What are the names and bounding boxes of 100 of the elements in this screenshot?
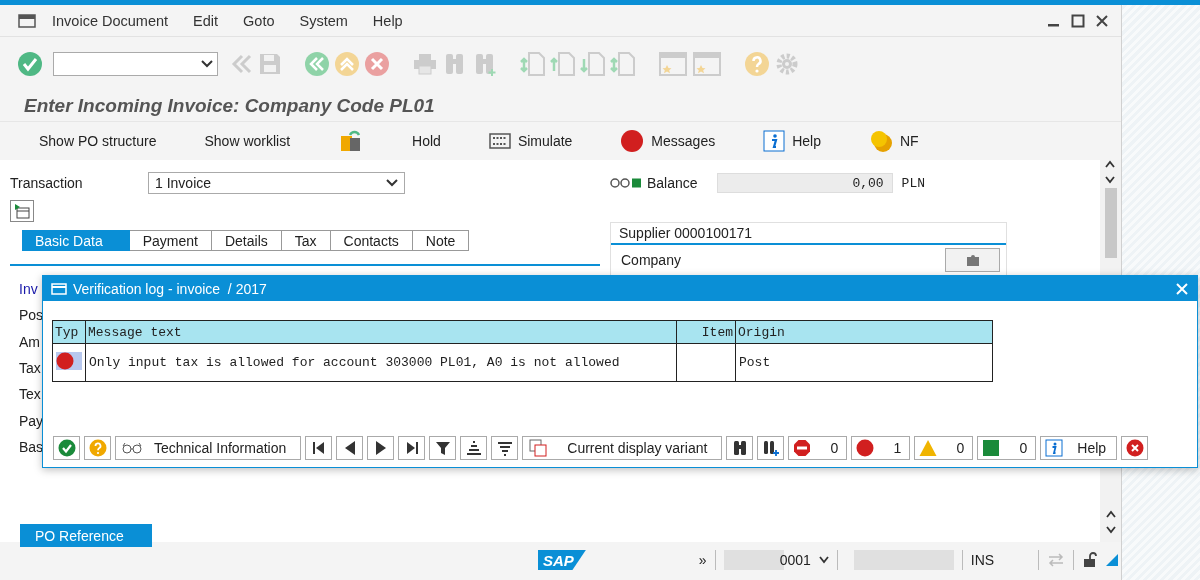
scrollbar-thumb[interactable] [1104,188,1117,258]
sort-descending-icon [496,440,513,456]
tab[interactable]: Payment [129,230,212,251]
field-label: Tax [19,360,41,377]
chevron-down-icon[interactable] [1105,526,1116,534]
search-button[interactable] [726,436,754,460]
input-mode: INS [970,552,995,568]
layout-icon [529,439,548,457]
column-header: Item [676,320,736,344]
maximize-icon[interactable] [1071,13,1085,28]
chevron-up-icon[interactable] [1104,160,1115,168]
layout-icon [14,203,30,219]
sort-ascending-button[interactable] [460,436,488,460]
toolbar-button[interactable]: NF [857,126,930,156]
table-cell: Post [739,355,771,370]
layout-button[interactable] [10,200,34,222]
previous-page-button[interactable] [336,436,364,460]
screen-title: Enter Incoming Invoice: Company Code PL01 [24,95,435,117]
find-next-button[interactable] [757,436,785,460]
close-icon[interactable] [1095,13,1109,28]
success-icon [982,439,1001,457]
glasses-icon [122,442,142,454]
panel-title: Supplier 0000100171 [619,225,753,241]
column-header: Message text [85,320,677,344]
unlock-icon[interactable] [1082,552,1099,568]
count-button[interactable]: 0 [914,436,974,460]
field-label: Inv [19,281,38,298]
error-icon [620,129,645,153]
window-menu-icon[interactable] [18,12,36,29]
filter-button[interactable] [429,436,457,460]
chevron-down-icon [201,60,213,68]
toolbar-button[interactable]: Messages [609,126,727,156]
count-button[interactable]: 0 [788,436,848,460]
field-label: Tex [19,386,41,403]
technical-information-button[interactable]: Technical Information [115,436,302,460]
field-label: Pos [19,307,44,324]
coin-icon [868,129,893,153]
help-button[interactable]: Help [1040,436,1118,460]
column-header: Typ [52,320,86,344]
menu-item[interactable]: Help [372,12,403,29]
help-button[interactable] [84,436,111,460]
menu-item[interactable]: System [299,12,348,29]
menu-item[interactable]: Goto [243,12,275,29]
toolbar-button[interactable]: Show PO structure [28,126,168,156]
field-label: Am [19,333,40,350]
next-page-button[interactable] [367,436,395,460]
transaction-dropdown[interactable]: 1 Invoice [148,172,405,194]
field-label: Transaction [10,175,84,191]
find-next-icon [762,440,779,456]
tab[interactable]: Basic Data [22,230,130,251]
tab[interactable]: PO Reference [20,524,152,548]
confirm-button[interactable] [53,436,80,460]
search-icon [731,440,748,456]
dialog-title: Verification log - invoice / 2017 [73,280,268,297]
toolbar-button[interactable]: Show worklist [193,126,302,156]
display-variant-button[interactable]: Current display variant [522,436,723,460]
logo: SAP [538,550,586,570]
puzzle-button[interactable] [945,248,1000,272]
tab[interactable]: Contacts [330,230,413,251]
first-page-icon [310,440,327,456]
toolbar-button[interactable]: Help [752,126,832,156]
filter-icon [434,440,451,456]
chevron-up-icon[interactable] [1105,510,1116,518]
count-button[interactable]: 0 [977,436,1037,460]
simulate-icon [488,132,511,150]
error-icon [856,439,875,457]
tab[interactable]: Note [412,230,470,251]
menu-item[interactable]: Invoice Document [52,12,169,29]
info-icon [1045,439,1064,457]
close-button[interactable] [1121,436,1149,460]
menu-item[interactable]: Edit [193,12,219,29]
chevron-down-icon[interactable] [818,556,829,564]
toolbar-button[interactable]: Simulate [477,126,584,156]
chevron-down-icon[interactable] [1104,176,1115,184]
sort-ascending-icon [465,440,482,456]
resize-handle-icon[interactable] [1106,554,1119,566]
field-label: Bas [19,438,44,455]
currency-label: PLN [901,175,925,191]
count-button[interactable]: 1 [851,436,911,460]
tab[interactable]: Details [211,230,282,251]
first-page-button[interactable] [305,436,333,460]
expand-arrows[interactable]: » [698,552,707,568]
check-icon[interactable] [17,51,43,77]
info-icon [763,130,786,152]
command-field[interactable] [53,52,218,76]
toolbar-button[interactable]: Hold [401,126,452,156]
table-cell: Only input tax is allowed for account 303000 PL01, A0 is not allowed [89,355,620,370]
session-label[interactable]: 0001 [779,552,811,568]
check-icon [57,439,76,457]
column-header: Origin [735,320,993,344]
tab[interactable]: Tax [281,230,331,251]
sort-descending-button[interactable] [491,436,519,460]
last-page-button[interactable] [398,436,426,460]
balance-field: 0,00 [716,173,893,193]
warning-icon [919,439,938,457]
cancel-icon[interactable] [364,51,390,77]
stop-sign-icon [793,439,812,457]
chevron-down-icon [386,179,398,187]
status-lights-icon [610,177,642,189]
field-label: Company [621,252,681,268]
